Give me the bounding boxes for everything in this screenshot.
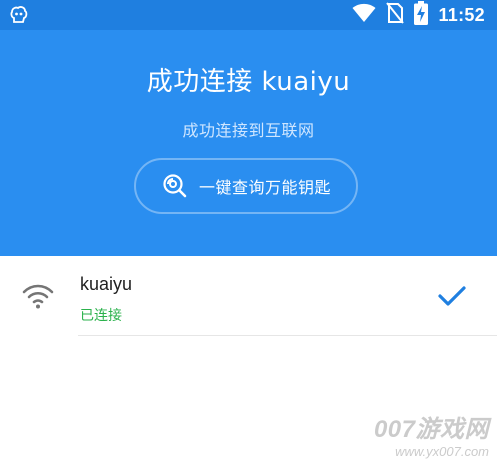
connection-subtitle: 成功连接到互联网 <box>182 121 315 140</box>
status-time: 11:52 <box>438 5 485 25</box>
status-bar: 11:52 <box>0 0 497 30</box>
app-notification-icon <box>8 4 30 26</box>
network-row[interactable]: kuaiyu 已连接 <box>0 256 497 336</box>
wifi-signal-icon <box>22 283 54 309</box>
row-divider <box>78 335 497 336</box>
battery-charging-icon <box>414 1 429 29</box>
query-key-button-label: 一键查询万能钥匙 <box>198 178 331 197</box>
check-icon <box>437 285 467 307</box>
watermark: 007游戏网 www.yx007.com <box>357 409 489 459</box>
network-status: 已连接 <box>80 308 122 324</box>
no-sim-icon <box>386 2 405 28</box>
connection-title: 成功连接 kuaiyu <box>146 67 351 97</box>
search-key-icon <box>161 172 189 200</box>
query-key-button[interactable]: 一键查询万能钥匙 <box>134 158 358 214</box>
watermark-url: www.yx007.com <box>395 444 489 459</box>
watermark-main: 007游戏网 <box>373 416 489 443</box>
network-list: kuaiyu 已连接 <box>0 256 497 336</box>
connection-header: 成功连接 kuaiyu 成功连接到互联网 一键查询万能钥匙 <box>0 30 497 256</box>
network-name: kuaiyu <box>80 274 133 294</box>
wifi-icon <box>352 3 376 27</box>
